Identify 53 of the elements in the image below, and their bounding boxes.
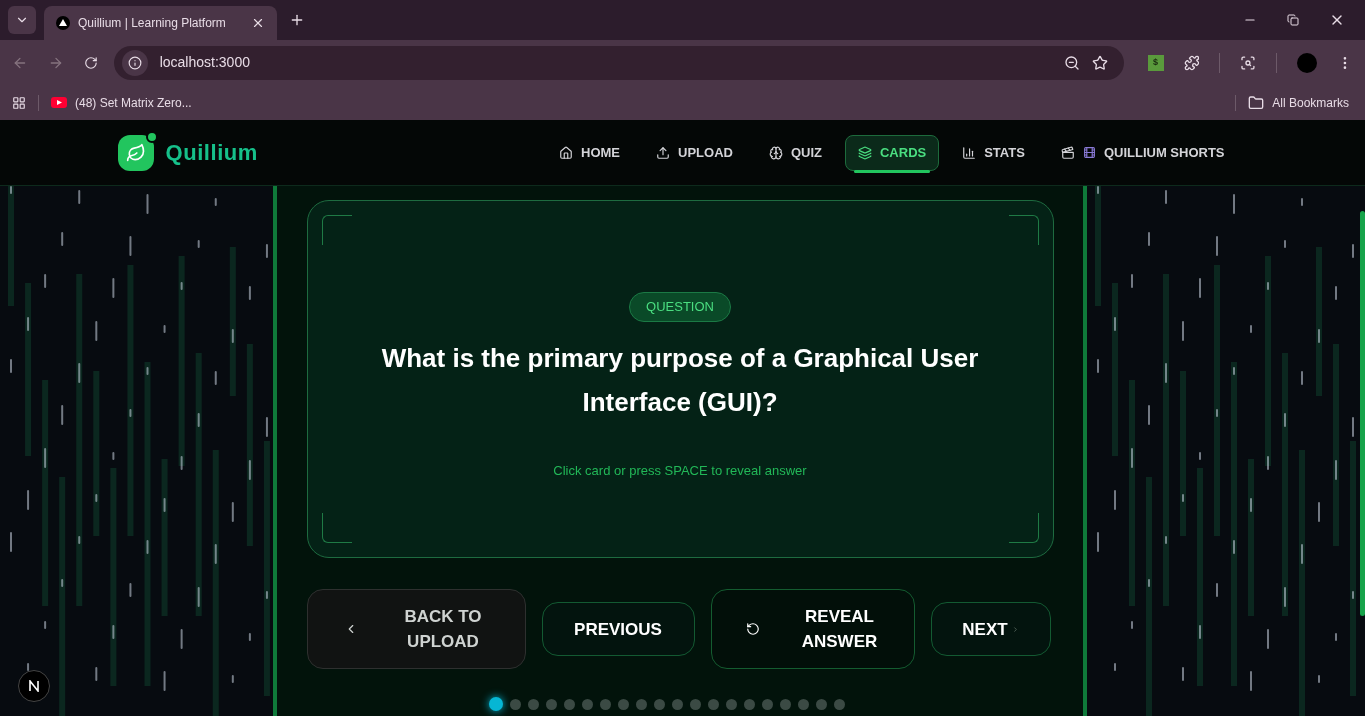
folder-icon bbox=[1248, 94, 1265, 111]
zoom-out-icon[interactable] bbox=[1063, 54, 1080, 71]
nav-link[interactable]: UPLOAD bbox=[643, 134, 746, 171]
dollar-extension-icon[interactable]: $ bbox=[1147, 54, 1164, 71]
corner-bracket bbox=[1008, 513, 1039, 543]
corner-bracket bbox=[321, 513, 352, 543]
puzzle-icon[interactable] bbox=[1183, 54, 1200, 71]
nav-link[interactable]: HOME bbox=[546, 134, 633, 171]
address-bar[interactable]: localhost:3000 bbox=[113, 45, 1124, 80]
rotate-icon bbox=[745, 622, 760, 636]
flashcard[interactable]: QUESTION What is the primary purpose of a Graphical User Interface (GUI)? Click card or press SPACE to reveal answer bbox=[306, 200, 1054, 558]
browser-tab[interactable]: Quillium | Learning Platform bbox=[44, 6, 277, 40]
film-icon bbox=[1082, 146, 1096, 159]
brand-name: Quillium bbox=[165, 139, 258, 167]
next-button[interactable]: NEXT bbox=[930, 602, 1051, 656]
layers-icon bbox=[857, 145, 872, 160]
play-logo-icon bbox=[51, 97, 67, 108]
chevron-right-icon bbox=[1011, 625, 1019, 633]
reveal-answer-button[interactable]: REVEAL ANSWER bbox=[710, 589, 915, 669]
upload-icon bbox=[656, 145, 670, 160]
restore-icon[interactable] bbox=[1287, 14, 1299, 26]
previous-button[interactable]: PREVIOUS bbox=[541, 602, 695, 656]
tab-title: Quillium | Learning Platform bbox=[78, 15, 227, 32]
apps-grid-icon[interactable] bbox=[12, 95, 26, 110]
clapperboard-icon bbox=[1060, 145, 1075, 160]
nav-link[interactable]: QUIZ bbox=[755, 134, 835, 171]
bookmark-link[interactable]: (48) Set Matrix Zero... bbox=[51, 93, 192, 112]
new-tab-icon[interactable] bbox=[289, 12, 305, 28]
nav-link[interactable]: CARDS bbox=[844, 134, 940, 171]
reload-icon[interactable] bbox=[83, 55, 98, 70]
corner-bracket bbox=[321, 215, 352, 245]
house-icon bbox=[559, 145, 573, 160]
url-text: localhost:3000 bbox=[159, 53, 251, 72]
nav-link[interactable]: QUILLIUM SHORTS bbox=[1047, 134, 1238, 171]
info-icon bbox=[127, 55, 142, 70]
reveal-hint: Click card or press SPACE to reveal answer bbox=[553, 462, 807, 480]
tab-list-button[interactable] bbox=[8, 6, 36, 34]
back-button[interactable]: BACK TO UPLOAD bbox=[306, 589, 526, 669]
all-bookmarks-button[interactable]: All Bookmarks bbox=[1248, 93, 1353, 112]
n-logo-icon bbox=[28, 680, 40, 692]
question-text: What is the primary purpose of a Graphical User Interface (GUI)? bbox=[380, 342, 980, 419]
nav-link[interactable]: STATS bbox=[949, 134, 1038, 171]
question-badge: QUESTION bbox=[629, 292, 731, 322]
bar-chart-icon bbox=[962, 145, 977, 160]
lens-icon[interactable] bbox=[1240, 54, 1257, 71]
avatar-icon[interactable] bbox=[1297, 52, 1318, 73]
star-icon[interactable] bbox=[1091, 54, 1108, 71]
leaf-logo-icon bbox=[117, 134, 154, 171]
close-icon[interactable] bbox=[251, 16, 265, 30]
corner-bracket bbox=[1008, 215, 1039, 245]
scrollbar-thumb[interactable] bbox=[1360, 211, 1365, 616]
brain-icon bbox=[768, 145, 783, 160]
triangle-logo-icon bbox=[56, 16, 70, 30]
